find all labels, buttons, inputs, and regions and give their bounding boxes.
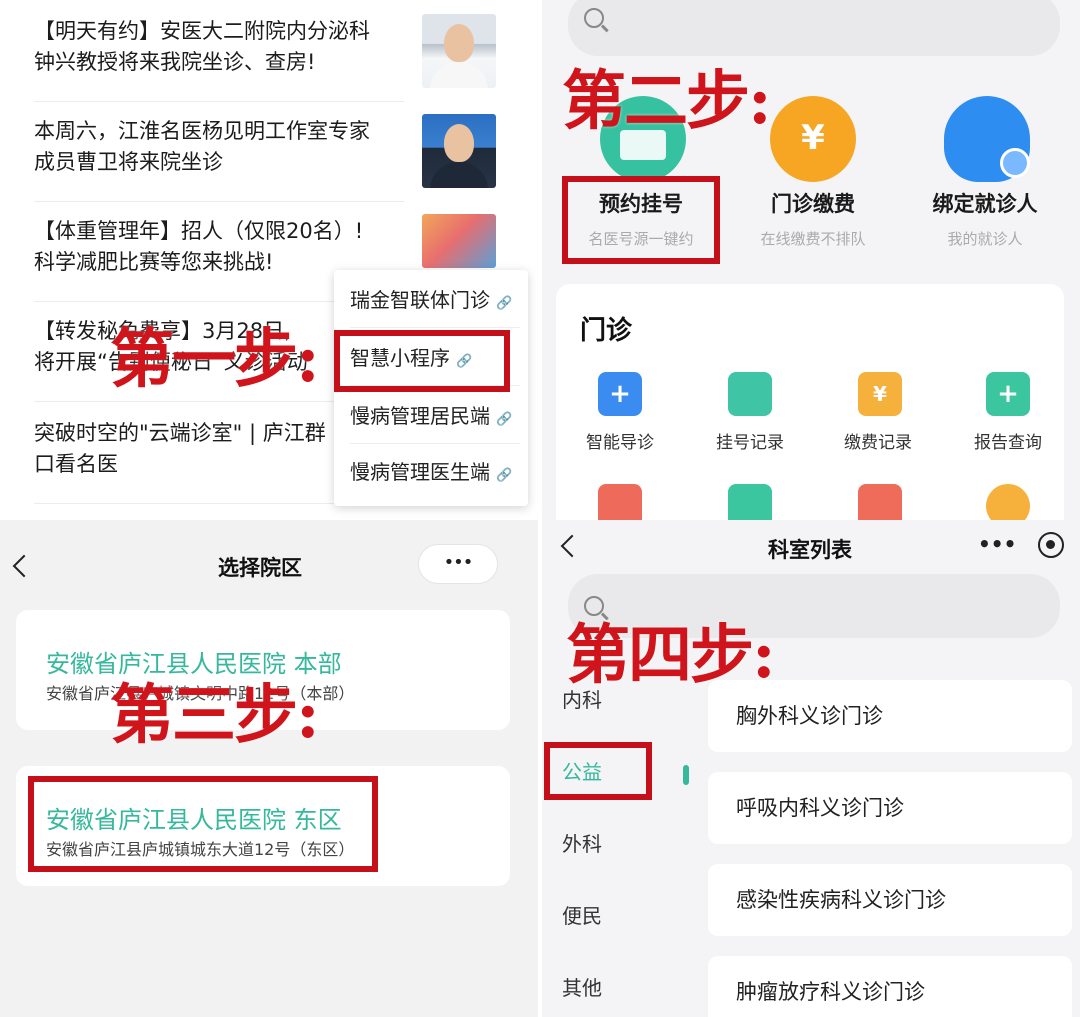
back-icon[interactable] <box>12 554 36 578</box>
campus-panel: 选择院区 ••• 安徽省庐江县人民医院 本部 安徽省庐江县庐城镇文明中路12号（… <box>0 520 540 1017</box>
news-title-line: 钟兴教授将来我院坐诊、查房! <box>34 50 316 74</box>
thumbnail-figure <box>430 62 488 88</box>
department-item[interactable]: 感染性疾病科义诊门诊 <box>708 864 1072 936</box>
news-title-line: 【体重管理年】招人（仅限20名）! <box>34 219 364 243</box>
department-name: 感染性疾病科义诊门诊 <box>736 888 946 912</box>
add-user-icon[interactable] <box>944 96 1030 182</box>
wallet-icon[interactable] <box>598 484 642 520</box>
service-sub-payment: 在线缴费不排队 <box>760 230 866 248</box>
department-name: 胸外科义诊门诊 <box>736 704 883 728</box>
back-icon[interactable] <box>560 534 584 558</box>
menu-item-surgery[interactable]: 外科 <box>562 828 602 857</box>
yen-icon[interactable]: ¥ <box>770 96 856 182</box>
yen-glyph: ¥ <box>801 118 825 158</box>
page-title: 科室列表 <box>768 538 852 562</box>
service-label-bind-patient[interactable]: 绑定就诊人 <box>900 188 1070 218</box>
step-four-label: 第四步: <box>566 618 776 693</box>
smart-guide-icon[interactable]: + <box>598 372 642 416</box>
register-record-icon[interactable] <box>728 372 772 416</box>
news-thumbnail[interactable] <box>422 14 496 88</box>
report-query-icon[interactable]: + <box>986 372 1030 416</box>
document-icon[interactable] <box>728 484 772 520</box>
active-indicator <box>683 765 689 785</box>
highlight-box <box>544 742 652 800</box>
link-icon: 🔗 <box>496 468 513 483</box>
popup-item-chronic-resident[interactable]: 慢病管理居民端 🔗 <box>350 388 520 444</box>
highlight-box <box>334 330 510 392</box>
thumbnail-face <box>444 124 474 162</box>
outpatient-title: 门诊 <box>580 316 633 346</box>
step-three-label: 第三步: <box>110 678 320 753</box>
department-item[interactable]: 肿瘤放疗科义诊门诊 <box>708 956 1072 1017</box>
news-panel: 【明天有约】安医大二附院内分泌科 钟兴教授将来我院坐诊、查房! 本周六，江淮名医… <box>0 0 540 520</box>
panel-divider <box>538 0 542 1017</box>
link-icon: 🔗 <box>496 296 513 311</box>
plus-glyph: + <box>609 379 631 409</box>
thumbnail-figure <box>430 162 488 188</box>
thumbnail-face <box>444 24 474 62</box>
search-bar[interactable] <box>568 0 1060 56</box>
news-title-line: 【明天有约】安医大二附院内分泌科 <box>34 19 370 43</box>
yen-glyph: ¥ <box>873 382 887 406</box>
news-title-line: 成员曹卫将来院坐诊 <box>34 150 223 174</box>
popup-item-label: 瑞金智联体门诊 <box>350 288 490 312</box>
search-record-icon[interactable] <box>858 484 902 520</box>
service-sub-bind-patient: 我的就诊人 <box>947 230 1023 248</box>
search-icon <box>584 8 604 28</box>
link-icon: 🔗 <box>496 412 513 427</box>
department-item[interactable]: 呼吸内科义诊门诊 <box>708 772 1072 844</box>
step-one-label: 第一步: <box>110 322 320 397</box>
news-title-line: 本周六，江淮名医杨见明工作室专家 <box>34 119 370 143</box>
coin-icon[interactable] <box>986 484 1030 520</box>
more-options-button[interactable]: ••• <box>418 544 498 584</box>
menu-item-convenience[interactable]: 便民 <box>562 900 602 929</box>
news-thumbnail[interactable] <box>422 114 496 188</box>
service-panel: ¥ 预约挂号 名医号源一键约 门诊缴费 在线缴费不排队 绑定就诊人 我的就诊人 … <box>540 0 1080 520</box>
popup-item-label: 慢病管理医生端 <box>350 460 490 484</box>
page-title: 选择院区 <box>218 556 302 580</box>
news-thumbnail[interactable] <box>422 214 496 268</box>
department-name: 肿瘤放疗科义诊门诊 <box>736 980 925 1004</box>
step-two-label: 第二步: <box>562 64 772 139</box>
highlight-box <box>562 176 720 264</box>
service-label-payment[interactable]: 门诊缴费 <box>728 188 898 218</box>
grid-label-register-record[interactable]: 挂号记录 <box>690 428 810 453</box>
department-panel: 科室列表 ••• 内科 公益 外科 便民 其他 胸外科义诊门诊 呼吸内科义诊门诊… <box>540 520 1080 1017</box>
grid-label-smart-guide[interactable]: 智能导诊 <box>560 428 680 453</box>
payment-record-icon[interactable]: ¥ <box>858 372 902 416</box>
popup-item-ruijin[interactable]: 瑞金智联体门诊 🔗 <box>350 272 520 328</box>
department-name: 呼吸内科义诊门诊 <box>736 796 904 820</box>
more-options-button[interactable]: ••• <box>978 532 1016 556</box>
grid-label-payment-record[interactable]: 缴费记录 <box>818 428 938 453</box>
news-item[interactable]: 【明天有约】安医大二附院内分泌科 钟兴教授将来我院坐诊、查房! <box>34 16 404 102</box>
close-miniprogram-icon[interactable] <box>1038 532 1064 558</box>
menu-item-other[interactable]: 其他 <box>562 972 602 1001</box>
popup-item-label: 慢病管理居民端 <box>350 404 490 428</box>
highlight-box <box>28 776 378 872</box>
grid-label-report-query[interactable]: 报告查询 <box>948 428 1068 453</box>
popup-item-chronic-doctor[interactable]: 慢病管理医生端 🔗 <box>350 444 520 500</box>
plus-glyph: + <box>997 379 1019 409</box>
news-item[interactable]: 本周六，江淮名医杨见明工作室专家 成员曹卫将来院坐诊 <box>34 116 404 202</box>
